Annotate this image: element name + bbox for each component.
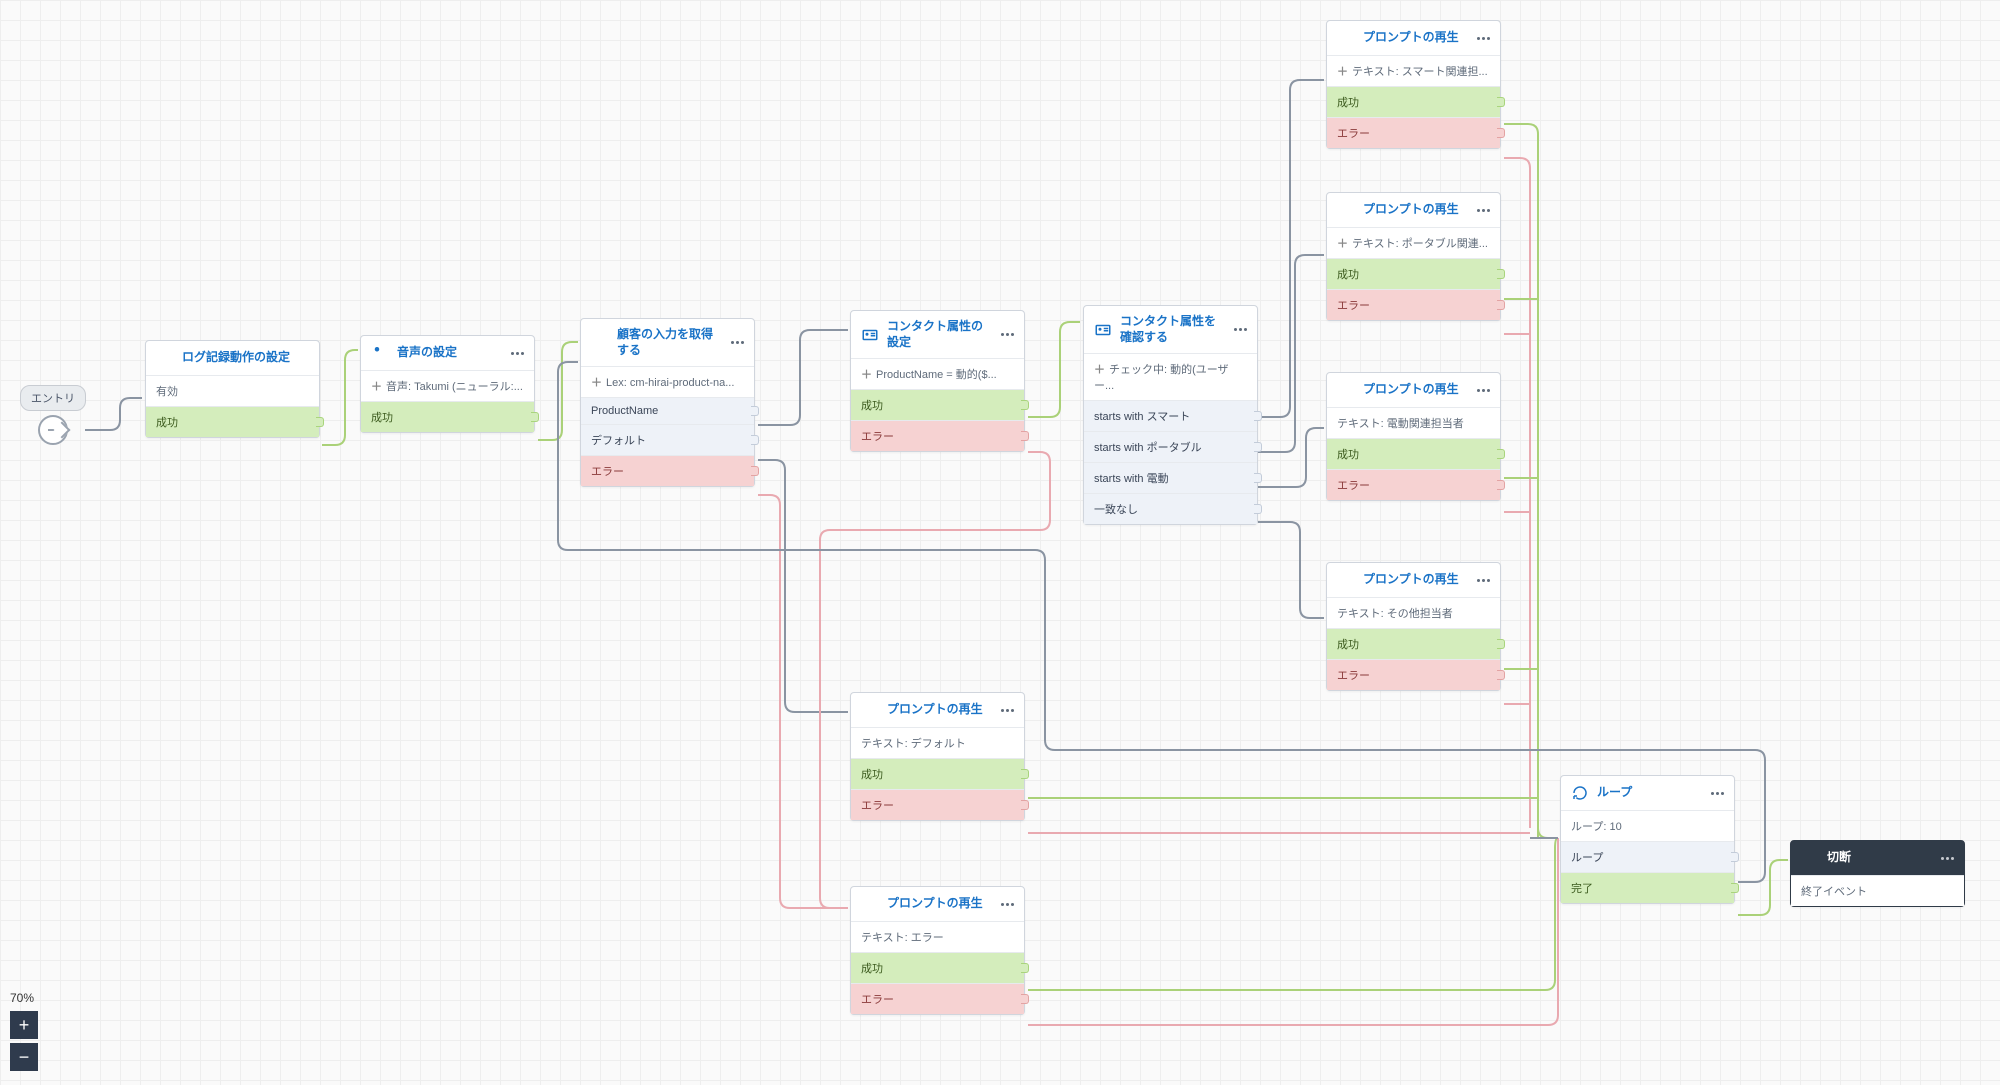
zoom-controls: 70% + − [10,991,38,1075]
node-title: コンタクト属性を確認する [1120,314,1226,345]
more-icon[interactable] [1711,792,1724,795]
node-play-prompt-electric[interactable]: プロンプトの再生 テキスト: 電動関連担当者 成功 エラー [1326,372,1501,501]
more-icon[interactable] [1001,709,1014,712]
node-row: テキスト: 電動関連担当者 [1327,407,1500,438]
node-output-success[interactable]: 成功 [361,401,534,432]
node-output-error[interactable]: エラー [851,420,1024,451]
speaker-icon [1337,381,1355,399]
node-output-success[interactable]: 完了 [1561,872,1734,903]
node-output-error[interactable]: エラー [1327,469,1500,500]
node-row: テキスト: デフォルト [851,727,1024,758]
id-card-icon [1094,321,1112,339]
node-title: ログ記録動作の設定 [182,350,309,366]
entry-point: エントリ [20,385,86,445]
speaker-icon [1337,29,1355,47]
node-output-success[interactable]: 成功 [1327,258,1500,289]
node-output-branch[interactable]: デフォルト [581,424,754,455]
node-disconnect[interactable]: 切断 終了イベント [1790,840,1965,907]
node-output-error[interactable]: エラー [1327,289,1500,320]
more-icon[interactable] [1941,857,1954,860]
node-output-success[interactable]: 成功 [1327,628,1500,659]
node-title: 顧客の入力を取得する [617,327,723,358]
zoom-percentage: 70% [10,991,38,1005]
node-play-prompt-default[interactable]: プロンプトの再生 テキスト: デフォルト 成功 エラー [850,692,1025,821]
zoom-out-button[interactable]: − [10,1043,38,1071]
hangup-icon [1801,849,1819,867]
node-row: 有効 [146,375,319,406]
node-row: ループ: 10 [1561,810,1734,841]
node-output-success[interactable]: 成功 [1327,86,1500,117]
node-output-success[interactable]: 成功 [851,389,1024,420]
node-title: プロンプトの再生 [1363,382,1469,398]
node-row: ProductName = 動的($... [851,358,1024,389]
node-row: Lex: cm-hirai-product-na... [581,366,754,397]
node-set-logging-behavior[interactable]: ログ記録動作の設定 有効 成功 [145,340,320,438]
node-title: プロンプトの再生 [1363,202,1469,218]
id-card-icon [861,326,879,344]
node-get-customer-input[interactable]: 顧客の入力を取得する Lex: cm-hirai-product-na... P… [580,318,755,487]
node-output-branch[interactable]: starts with 電動 [1084,462,1257,493]
node-output-error[interactable]: エラー [851,789,1024,820]
more-icon[interactable] [511,352,524,355]
node-set-contact-attributes[interactable]: コンタクト属性の設定 ProductName = 動的($... 成功 エラー [850,310,1025,452]
node-output-error[interactable]: エラー [851,983,1024,1014]
node-row: 終了イベント [1791,875,1964,906]
node-output-success[interactable]: 成功 [851,952,1024,983]
node-play-prompt-portable[interactable]: プロンプトの再生 テキスト: ポータブル関連... 成功 エラー [1326,192,1501,321]
more-icon[interactable] [1001,903,1014,906]
node-output-success[interactable]: 成功 [1327,438,1500,469]
person-voice-icon [371,344,389,362]
loop-icon [1571,784,1589,802]
node-output-error[interactable]: エラー [1327,117,1500,148]
entry-circle [38,415,68,445]
more-icon[interactable] [1477,579,1490,582]
node-play-prompt-error[interactable]: プロンプトの再生 テキスト: エラー 成功 エラー [850,886,1025,1015]
more-icon[interactable] [1477,209,1490,212]
node-title: プロンプトの再生 [887,702,993,718]
more-icon[interactable] [1234,328,1247,331]
node-output-branch[interactable]: starts with スマート [1084,400,1257,431]
more-icon[interactable] [1477,389,1490,392]
node-row: テキスト: その他担当者 [1327,597,1500,628]
speaker-icon [1337,571,1355,589]
zoom-in-button[interactable]: + [10,1011,38,1039]
more-icon[interactable] [731,341,744,344]
node-row: チェック中: 動的(ユーザー... [1084,353,1257,400]
node-title: プロンプトの再生 [887,896,993,912]
node-row: 音声: Takumi (ニューラル:... [361,370,534,401]
node-title: ループ [1597,785,1703,801]
transfer-icon [591,334,609,352]
node-play-prompt-smart[interactable]: プロンプトの再生 テキスト: スマート関連担... 成功 エラー [1326,20,1501,149]
node-output-success[interactable]: 成功 [851,758,1024,789]
node-output-branch[interactable]: ProductName [581,397,754,424]
node-output-success[interactable]: 成功 [146,406,319,437]
node-set-voice[interactable]: 音声の設定 音声: Takumi (ニューラル:... 成功 [360,335,535,433]
node-title: 切断 [1827,850,1933,866]
node-row: テキスト: スマート関連担... [1327,55,1500,86]
node-title: コンタクト属性の設定 [887,319,993,350]
node-output-branch[interactable]: 一致なし [1084,493,1257,524]
entry-label: エントリ [20,385,86,411]
node-title: プロンプトの再生 [1363,30,1469,46]
node-loop[interactable]: ループ ループ: 10 ループ 完了 [1560,775,1735,904]
node-title: 音声の設定 [397,345,503,361]
speaker-icon [1337,201,1355,219]
node-play-prompt-other[interactable]: プロンプトの再生 テキスト: その他担当者 成功 エラー [1326,562,1501,691]
more-icon[interactable] [1477,37,1490,40]
speaker-icon [861,701,879,719]
more-icon[interactable] [1001,333,1014,336]
node-row: テキスト: ポータブル関連... [1327,227,1500,258]
node-output-branch[interactable]: ループ [1561,841,1734,872]
node-check-contact-attributes[interactable]: コンタクト属性を確認する チェック中: 動的(ユーザー... starts wi… [1083,305,1258,525]
node-output-branch[interactable]: starts with ポータブル [1084,431,1257,462]
list-settings-icon [156,349,174,367]
node-title: プロンプトの再生 [1363,572,1469,588]
speaker-icon [861,895,879,913]
node-output-error[interactable]: エラー [581,455,754,486]
node-row: テキスト: エラー [851,921,1024,952]
node-output-error[interactable]: エラー [1327,659,1500,690]
